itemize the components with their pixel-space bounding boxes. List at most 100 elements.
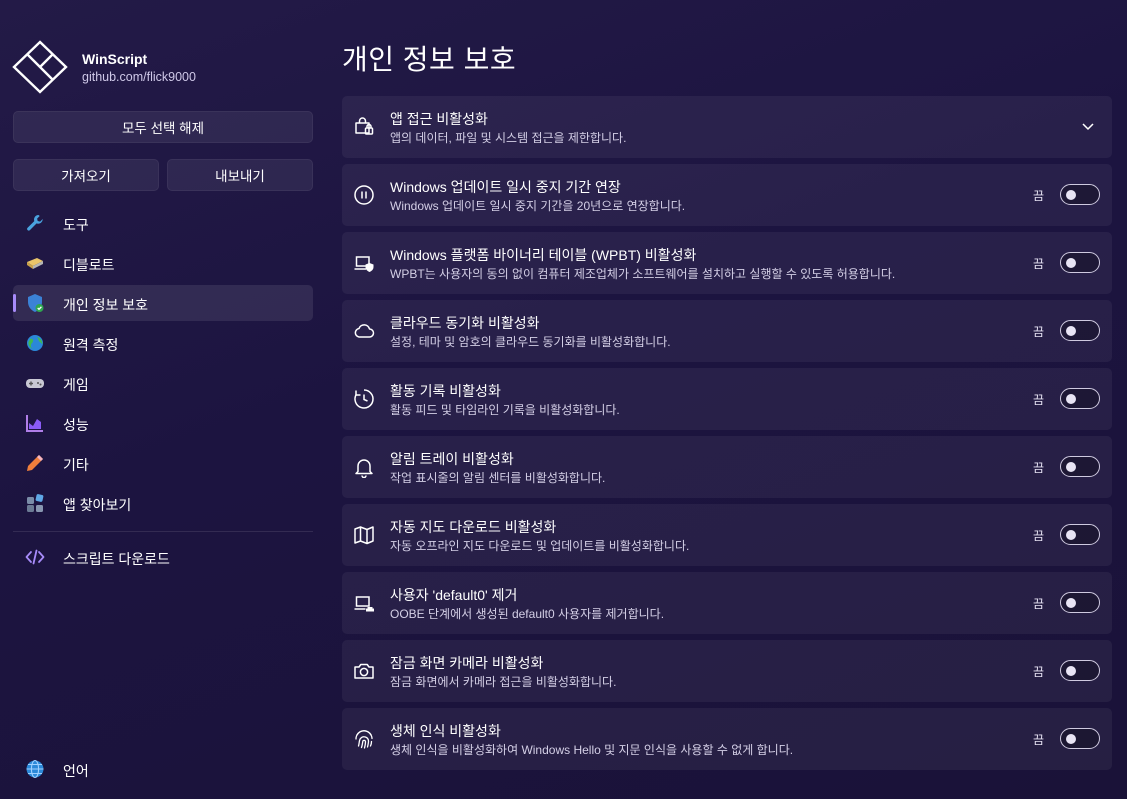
sidebar-item-label: 앱 찾아보기 [63,497,132,513]
chart-icon [26,415,43,432]
setting-title: 활동 기록 비활성화 [390,383,501,399]
code-icon [25,549,45,565]
toggle-knob [1066,530,1076,540]
sidebar-divider [13,531,313,532]
toggle-state-label: 끔 [1032,665,1044,679]
toggle-switch[interactable] [1060,184,1100,205]
setting-description: 생체 인식을 비활성화하여 Windows Hello 및 지문 인식을 사용할… [390,743,794,757]
toggle-knob [1066,666,1076,676]
winscript-logo-icon [12,40,68,94]
deselect-all-button[interactable]: 모두 선택 해제 [13,111,313,143]
sidebar-item-privacy[interactable]: 개인 정보 보호 [13,285,313,321]
sidebar-nav: 도구 디블로트 개인 정보 보호 원격 측정 게임 성능 기타 앱 찾아보기 [13,205,313,525]
sidebar-item-label: 개인 정보 보호 [63,297,149,313]
sidebar-item-label: 기타 [63,457,89,473]
download-script-label: 스크립트 다운로드 [63,551,170,567]
setting-card-biometrics: 생체 인식 비활성화 생체 인식을 비활성화하여 Windows Hello 및… [342,708,1112,770]
toggle-state-label: 끔 [1032,393,1044,407]
sidebar-item-label: 도구 [63,217,89,233]
sidebar-item-label: 성능 [63,417,89,433]
toggle-knob [1066,326,1076,336]
toggle-switch[interactable] [1060,524,1100,545]
toggle-knob [1066,258,1076,268]
sidebar-item-label: 원격 측정 [63,337,119,353]
sidebar-item-misc[interactable]: 기타 [13,445,313,481]
toggle-switch[interactable] [1060,728,1100,749]
toggle-switch[interactable] [1060,456,1100,477]
pause-icon [354,185,374,205]
setting-card-lock-camera: 잠금 화면 카메라 비활성화 잠금 화면에서 카메라 접근을 비활성화합니다. … [342,640,1112,702]
sidebar-item-label: 디블로트 [63,257,115,273]
setting-card-default0-user: 사용자 'default0' 제거 OOBE 단계에서 생성된 default0… [342,572,1112,634]
history-icon [354,389,374,409]
toggle-state-label: 끔 [1032,189,1044,203]
export-button[interactable]: 내보내기 [167,159,313,191]
setting-description: 설정, 테마 및 암호의 클라우드 동기화를 비활성화합니다. [390,335,671,349]
setting-card-activity-history: 활동 기록 비활성화 활동 피드 및 타임라인 기록을 비활성화합니다. 끔 [342,368,1112,430]
setting-card-auto-maps: 자동 지도 다운로드 비활성화 자동 오프라인 지도 다운로드 및 업데이트를 … [342,504,1112,566]
toggle-state-label: 끔 [1032,529,1044,543]
setting-card-cloud-sync: 클라우드 동기화 비활성화 설정, 테마 및 암호의 클라우드 동기화를 비활성… [342,300,1112,362]
toggle-switch[interactable] [1060,388,1100,409]
sidebar-download-section: 스크립트 다운로드 [13,539,313,579]
toggle-knob [1066,598,1076,608]
setting-title: 알림 트레이 비활성화 [390,451,514,467]
setting-description: 앱의 데이터, 파일 및 시스템 접근을 제한합니다. [390,131,627,145]
toggle-switch[interactable] [1060,252,1100,273]
download-script-button[interactable]: 스크립트 다운로드 [13,539,313,575]
setting-description: WPBT는 사용자의 동의 없이 컴퓨터 제조업체가 소프트웨어를 설치하고 실… [390,267,896,281]
toggle-knob [1066,462,1076,472]
lock-bag-icon [355,117,374,135]
setting-description: 자동 오프라인 지도 다운로드 및 업데이트를 비활성화합니다. [390,539,690,553]
setting-description: OOBE 단계에서 생성된 default0 사용자를 제거합니다. [390,607,665,621]
toggle-state-label: 끔 [1032,257,1044,271]
setting-title: 클라우드 동기화 비활성화 [390,315,540,331]
sidebar-item-gaming[interactable]: 게임 [13,365,313,401]
toggle-state-label: 끔 [1032,325,1044,339]
setting-card-wpbt: Windows 플랫폼 바이너리 테이블 (WPBT) 비활성화 WPBT는 사… [342,232,1112,294]
language-button[interactable]: 언어 [13,751,313,787]
setting-title: 사용자 'default0' 제거 [390,587,518,603]
toggle-switch[interactable] [1060,660,1100,681]
toggle-state-label: 끔 [1032,461,1044,475]
setting-card-notification-tray: 알림 트레이 비활성화 작업 표시줄의 알림 센터를 비활성화합니다. 끔 [342,436,1112,498]
setting-title: 앱 접근 비활성화 [390,111,488,127]
import-button[interactable]: 가져오기 [13,159,159,191]
sidebar-item-tools[interactable]: 도구 [13,205,313,241]
page-title: 개인 정보 보호 [342,44,517,75]
toggle-switch[interactable] [1060,320,1100,341]
setting-description: 활동 피드 및 타임라인 기록을 비활성화합니다. [390,403,620,417]
setting-card-app-access[interactable]: 앱 접근 비활성화 앱의 데이터, 파일 및 시스템 접근을 제한합니다. [342,96,1112,158]
setting-description: 잠금 화면에서 카메라 접근을 비활성화합니다. [390,675,617,689]
brand-name: WinScript [82,51,148,67]
brand-subtitle[interactable]: github.com/flick9000 [82,70,196,84]
toggle-knob [1066,190,1076,200]
toggle-knob [1066,394,1076,404]
apps-icon [27,494,44,512]
language-label: 언어 [63,763,89,779]
sidebar-item-browse-apps[interactable]: 앱 찾아보기 [13,485,313,521]
sidebar: WinScript github.com/flick9000 모두 선택 해제 … [0,0,326,799]
sidebar-item-performance[interactable]: 성능 [13,405,313,441]
broom-icon [27,258,43,269]
shield-icon [28,294,44,312]
sidebar-item-debloat[interactable]: 디블로트 [13,245,313,281]
user-laptop-icon [354,596,374,612]
cloud-icon [354,324,375,338]
toggle-state-label: 끔 [1032,597,1044,611]
toggle-state-label: 끔 [1032,733,1044,747]
setting-title: Windows 업데이트 일시 중지 기간 연장 [390,179,621,195]
sidebar-item-telemetry[interactable]: 원격 측정 [13,325,313,361]
brand: WinScript github.com/flick9000 [12,40,312,94]
sidebar-language-section: 언어 [13,751,313,791]
fingerprint-icon [355,730,373,749]
chevron-down-icon[interactable] [1080,118,1096,134]
setting-title: 생체 인식 비활성화 [390,723,501,739]
setting-title: 잠금 화면 카메라 비활성화 [390,655,544,671]
toggle-switch[interactable] [1060,592,1100,613]
laptop-shield-icon [354,256,374,272]
setting-description: 작업 표시줄의 알림 센터를 비활성화합니다. [390,471,606,485]
camera-icon [354,663,374,679]
pencil-icon [27,455,43,471]
setting-description: Windows 업데이트 일시 중지 기간을 20년으로 연장합니다. [390,199,686,213]
